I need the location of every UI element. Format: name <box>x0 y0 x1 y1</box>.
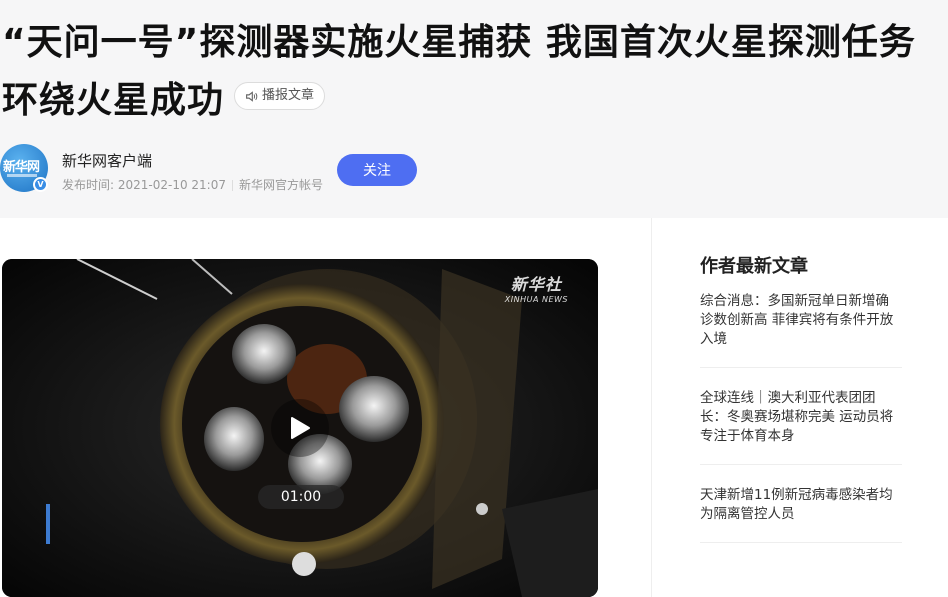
sidebar-article-item[interactable]: 全球连线｜澳大利亚代表团团长：冬奥赛场堪称完美 运动员将专注于体育本身 <box>700 389 902 465</box>
meta-divider <box>232 180 233 191</box>
account-type: 新华网官方帐号 <box>239 178 324 192</box>
verified-badge-icon: V <box>33 177 48 192</box>
watermark-main: 新华社 <box>510 275 562 294</box>
sidebar-title: 作者最新文章 <box>700 256 808 277</box>
author-latest-articles: 作者最新文章 综合消息：多国新冠单日新增确诊数创新高 菲律宾将有条件开放入境 全… <box>700 250 902 564</box>
listen-button[interactable]: 播报文章 <box>234 82 326 110</box>
sidebar-article-item[interactable]: 天津新增11例新冠病毒感染者均为隔离管控人员 <box>700 486 902 543</box>
play-icon <box>291 417 310 439</box>
sidebar-article-item[interactable]: 综合消息：多国新冠单日新增确诊数创新高 菲律宾将有条件开放入境 <box>700 292 902 368</box>
avatar-logo-text: 新华网 <box>3 160 40 175</box>
watermark-sub: XINHUA NEWS <box>504 295 568 304</box>
publish-time: 发布时间: 2021-02-10 21:07 <box>62 178 226 192</box>
video-watermark: 新华社 XINHUA NEWS <box>505 271 568 304</box>
author-name[interactable]: 新华网客户端 <box>62 150 152 171</box>
play-button[interactable] <box>271 399 329 457</box>
column-divider <box>651 218 652 597</box>
video-duration: 01:00 <box>258 485 344 509</box>
avatar-logo-line <box>7 174 37 177</box>
speaker-icon <box>246 90 258 102</box>
article-header: “天问一号”探测器实施火星捕获 我国首次火星探测任务环绕火星成功 播报文章 新华网… <box>0 0 948 218</box>
article-title-text: “天问一号”探测器实施火星捕获 我国首次火星探测任务环绕火星成功 <box>2 22 916 121</box>
follow-button[interactable]: 关注 <box>337 154 417 186</box>
article-meta: 发布时间: 2021-02-10 21:07 新华网官方帐号 <box>62 176 323 193</box>
article-title: “天问一号”探测器实施火星捕获 我国首次火星探测任务环绕火星成功 播报文章 <box>2 14 932 130</box>
video-player[interactable]: 新华社 XINHUA NEWS 01:00 <box>2 259 598 597</box>
author-info: 新华网 V 新华网客户端 发布时间: 2021-02-10 21:07 新华网官方… <box>0 144 520 196</box>
listen-label: 播报文章 <box>262 88 315 103</box>
